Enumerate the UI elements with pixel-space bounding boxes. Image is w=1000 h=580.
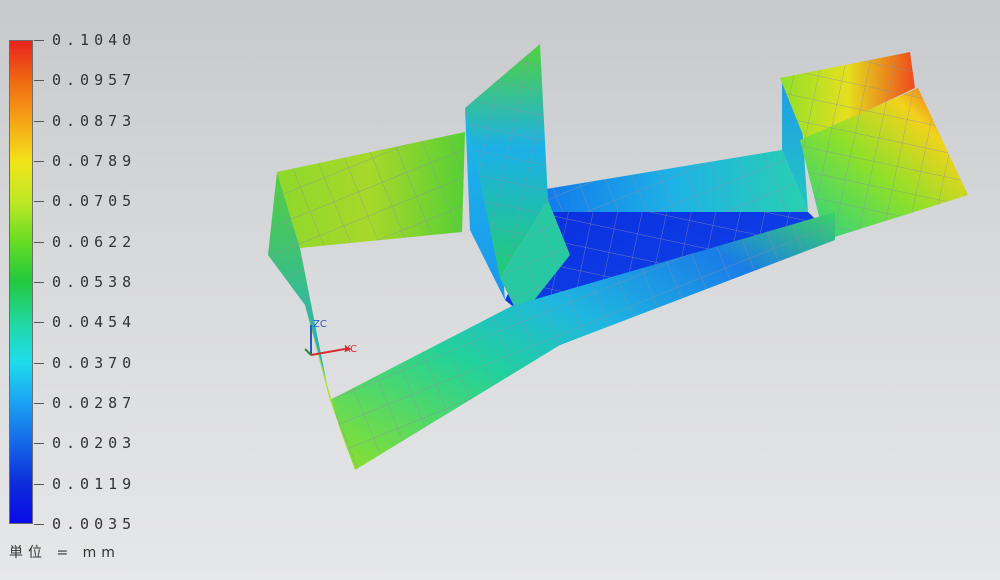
legend-value-label: 0.0873: [52, 111, 137, 130]
legend-tick: [34, 282, 44, 283]
legend-value-label: 0.0119: [52, 474, 137, 493]
legend-value-label: 0.0454: [52, 313, 137, 332]
legend-tick: [34, 241, 44, 243]
legend-value-label: 0.1040: [52, 31, 137, 49]
legend-tick: [34, 524, 44, 525]
model-viewport[interactable]: ZC XC: [160, 0, 1000, 580]
legend-tick: [34, 362, 44, 364]
legend-tick: [34, 80, 44, 82]
legend-tick: [34, 403, 44, 404]
xc-label: XC: [344, 344, 357, 355]
legend-value-label: 0.0705: [52, 192, 137, 211]
colorbar: [9, 40, 33, 524]
legend-value-label: 0.0957: [52, 71, 137, 90]
legend-value-label: 0.0370: [52, 353, 137, 372]
legend-tick: [34, 40, 44, 41]
legend-tick: [34, 483, 44, 485]
deformation-model: ZC XC: [268, 44, 968, 470]
legend-value-label: 0.0035: [52, 515, 137, 533]
legend-value-label: 0.0203: [52, 434, 137, 453]
zc-label: ZC: [313, 319, 327, 330]
legend-tick: [34, 161, 44, 162]
x-axis-line: [310, 348, 346, 356]
legend-tick: [34, 201, 44, 203]
legend-value-label: 0.0789: [52, 152, 137, 170]
legend-tick: [34, 120, 44, 122]
color-legend: 0.1040 0.0957 0.0873 0.0789 0.0705 0.0622 0.05…: [0, 0, 160, 580]
coordinate-triad: ZC XC: [304, 319, 357, 356]
legend-tick: [34, 322, 44, 324]
unit-label: 単位 = mm: [9, 545, 120, 561]
legend-tick: [34, 443, 44, 445]
legend-value-label: 0.0538: [52, 273, 137, 291]
legend-value-label: 0.0287: [52, 394, 137, 412]
legend-value-label: 0.0622: [52, 232, 137, 251]
